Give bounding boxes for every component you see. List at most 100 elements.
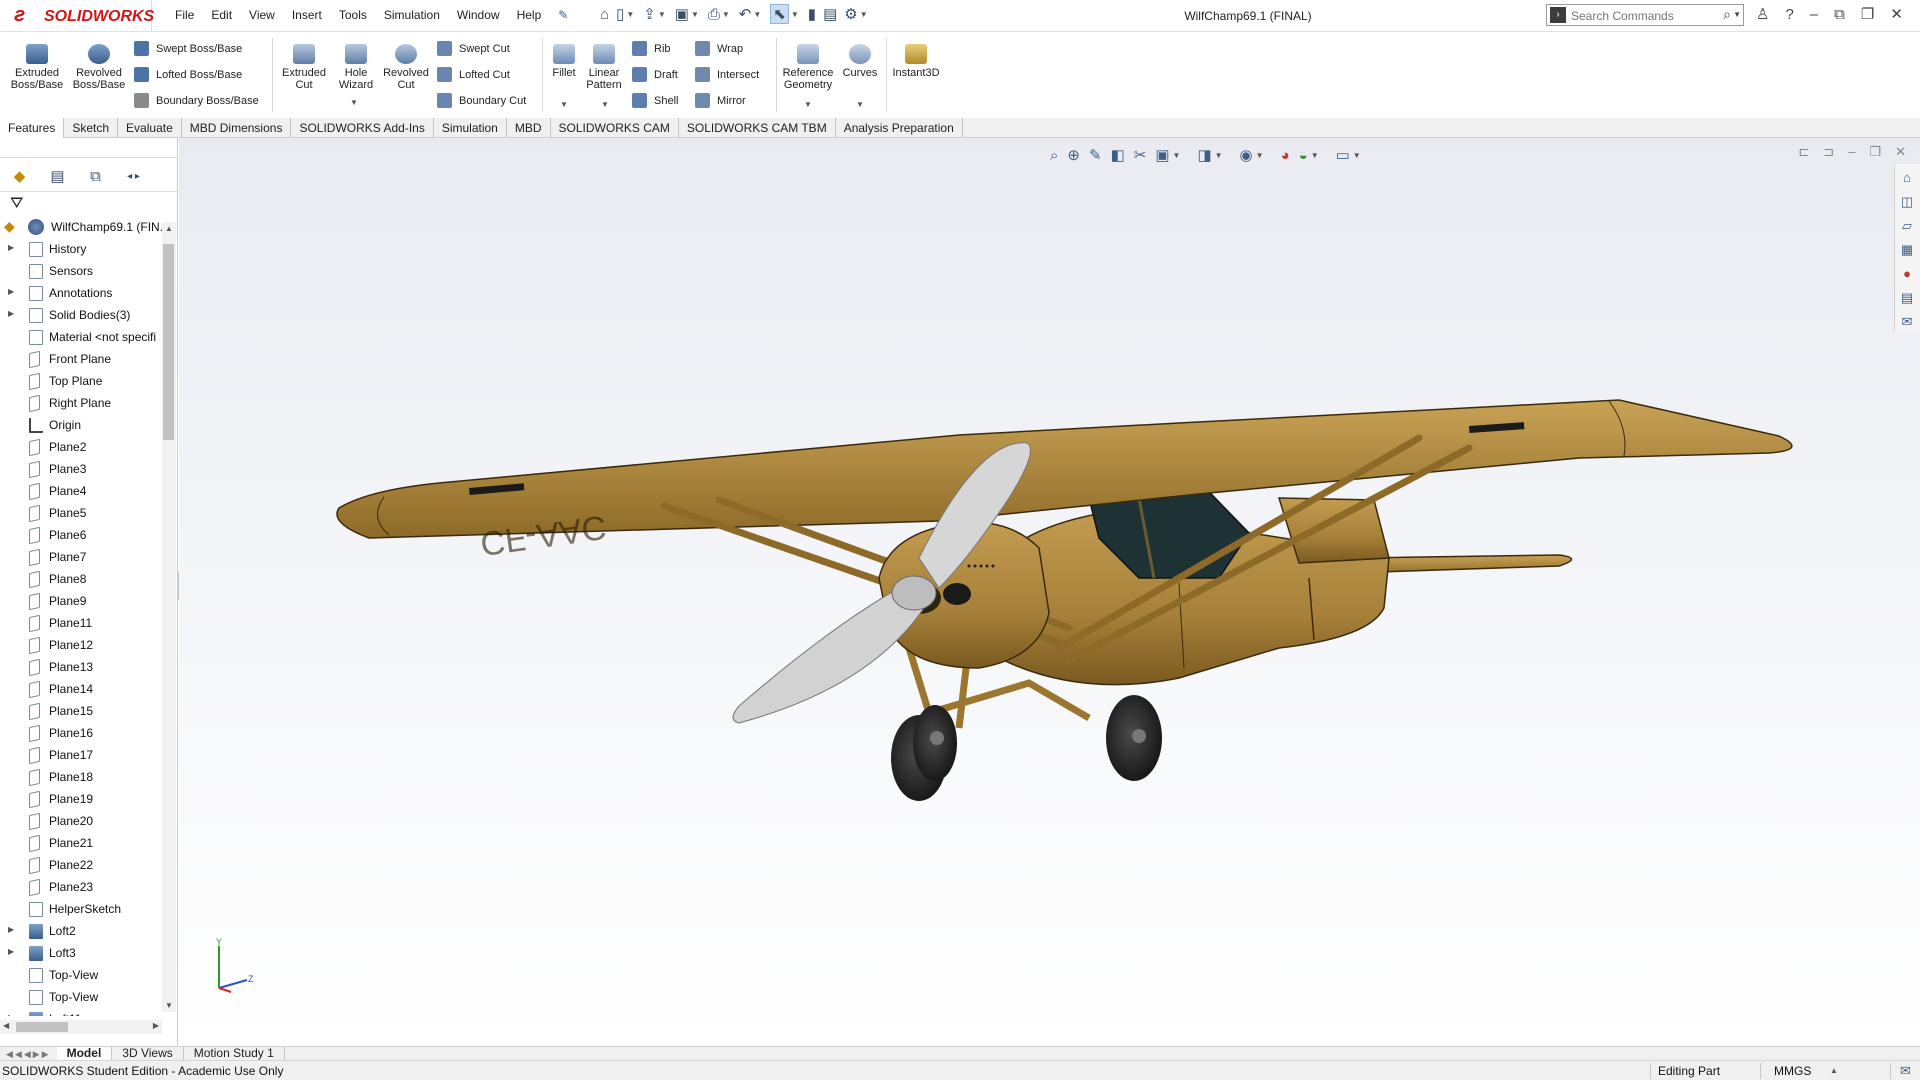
extruded-boss-button[interactable]: Extruded Boss/Base (8, 44, 66, 91)
tree-item[interactable]: Plane14 (0, 678, 164, 700)
tree-scroll-thumb[interactable] (163, 244, 174, 440)
unit-system-selector[interactable]: MMGS (1774, 1064, 1811, 1078)
swept-boss-button[interactable]: Swept Boss/Base (134, 41, 242, 56)
search-dropdown-icon[interactable]: ▼ (1733, 10, 1741, 19)
restore-icon[interactable]: ⧉ (1834, 6, 1845, 23)
tree-item[interactable]: Plane20 (0, 810, 164, 832)
reference-geometry-button[interactable]: Reference Geometry (778, 44, 838, 91)
menu-window[interactable]: Window (457, 8, 500, 22)
menu-edit[interactable]: Edit (211, 8, 232, 22)
graphics-area[interactable]: ⌕ ⊕ ✎ ◧ ✂ ▣ ▼ ◨ ▼ ◉ ▼ ◕ ◒ ▼ ▭ ▼ ⊏ ⊐ – ❐ ✕ ⌂ ◫… (179, 138, 1920, 1046)
configuration-manager-tab-icon[interactable]: ⧉ (79, 164, 112, 190)
boundary-cut-button[interactable]: Boundary Cut (437, 93, 526, 108)
tab-solidworks-cam-tbm[interactable]: SOLIDWORKS CAM TBM (679, 118, 836, 138)
filter-icon[interactable]: ⛛ (10, 195, 23, 213)
tab-simulation[interactable]: Simulation (434, 118, 507, 138)
tree-item[interactable]: Plane17 (0, 744, 164, 766)
tree-item[interactable]: Front Plane (0, 348, 164, 370)
expand-arrow-icon[interactable]: ▶ (8, 925, 14, 934)
expand-arrow-icon[interactable]: ▶ (8, 947, 14, 956)
airplane-model[interactable]: CF-AAC (179, 138, 1920, 1046)
tab-sketch[interactable]: Sketch (64, 118, 119, 138)
tab-evaluate[interactable]: Evaluate (118, 118, 182, 138)
tree-item[interactable]: Plane2 (0, 436, 164, 458)
tree-item[interactable]: Plane4 (0, 480, 164, 502)
options-icon[interactable]: ⚙ (844, 5, 857, 23)
property-manager-tab-icon[interactable]: ▤ (41, 164, 74, 190)
lofted-cut-button[interactable]: Lofted Cut (437, 67, 510, 82)
tree-item[interactable]: Right Plane (0, 392, 164, 414)
new-file-icon[interactable]: ▯ (616, 5, 624, 23)
tree-item[interactable]: Plane18 (0, 766, 164, 788)
tree-item[interactable]: Material <not specifi (0, 326, 164, 348)
hole-wizard-dropdown-icon[interactable]: ▼ (350, 98, 358, 107)
shell-button[interactable]: Shell (632, 93, 678, 108)
expand-arrow-icon[interactable]: ▶ (8, 309, 14, 318)
search-commands[interactable]: › Search Commands ⌕ ▼ (1546, 4, 1744, 26)
print-dropdown-icon[interactable]: ▼ (722, 10, 730, 19)
wrap-button[interactable]: Wrap (695, 41, 743, 56)
menu-tools[interactable]: Tools (339, 8, 367, 22)
tree-item[interactable]: Plane15 (0, 700, 164, 722)
save-dropdown-icon[interactable]: ▼ (691, 10, 699, 19)
help-icon[interactable]: ? (1785, 6, 1793, 23)
expand-arrow-icon[interactable]: ▶ (8, 1013, 14, 1016)
boundary-boss-button[interactable]: Boundary Boss/Base (134, 93, 259, 108)
tree-item[interactable]: Sensors (0, 260, 164, 282)
tree-item[interactable]: Plane21 (0, 832, 164, 854)
intersect-button[interactable]: Intersect (695, 67, 759, 82)
search-icon[interactable]: ⌕ (1723, 6, 1731, 23)
tree-horizontal-scrollbar[interactable]: ◀ ▶ (0, 1020, 162, 1034)
tree-item[interactable]: Plane12 (0, 634, 164, 656)
tree-item[interactable]: Origin (0, 414, 164, 436)
scroll-up-icon[interactable]: ▲ (165, 224, 173, 233)
fillet-dropdown-icon[interactable]: ▼ (560, 100, 568, 109)
pin-icon[interactable]: ✎ (558, 8, 568, 22)
tree-item[interactable]: Plane3 (0, 458, 164, 480)
extruded-cut-button[interactable]: Extruded Cut (276, 44, 332, 91)
panel-scroll-arrows-icon[interactable]: ◂ ▸ (117, 164, 150, 190)
tree-item[interactable]: ▶ Loft3 (0, 942, 164, 964)
user-icon[interactable]: ♙ (1756, 5, 1769, 23)
scroll-down-icon[interactable]: ▼ (165, 1001, 173, 1010)
quick-tips-icon[interactable]: ✉ (1900, 1063, 1911, 1079)
menu-insert[interactable]: Insert (292, 8, 322, 22)
tree-item[interactable]: Top-View (0, 986, 164, 1008)
menu-view[interactable]: View (249, 8, 275, 22)
curves-dropdown-icon[interactable]: ▼ (856, 100, 864, 109)
menu-help[interactable]: Help (517, 8, 542, 22)
tree-item[interactable]: Plane23 (0, 876, 164, 898)
tree-root[interactable]: ◆ WilfChamp69.1 (FIN... (0, 216, 164, 238)
tree-item[interactable]: Plane7 (0, 546, 164, 568)
tab-solidworks-add-ins[interactable]: SOLIDWORKS Add-Ins (291, 118, 434, 138)
instant3d-button[interactable]: Instant3D (888, 44, 944, 79)
expand-arrow-icon[interactable]: ▶ (8, 243, 14, 252)
tab-motion-study[interactable]: Motion Study 1 (184, 1047, 285, 1061)
home-icon[interactable]: ⌂ (600, 6, 609, 23)
scroll-right-icon[interactable]: ▶ (153, 1021, 159, 1030)
open-dropdown-icon[interactable]: ▼ (658, 10, 666, 19)
tree-vertical-scrollbar[interactable]: ▲ ▼ (162, 222, 176, 1012)
tab-solidworks-cam[interactable]: SOLIDWORKS CAM (551, 118, 679, 138)
tree-item[interactable]: Plane22 (0, 854, 164, 876)
file-properties-icon[interactable]: ▤ (823, 5, 837, 23)
reference-geometry-dropdown-icon[interactable]: ▼ (804, 100, 812, 109)
tree-item[interactable]: Plane6 (0, 524, 164, 546)
revolved-boss-button[interactable]: Revolved Boss/Base (70, 44, 128, 91)
linear-pattern-button[interactable]: Linear Pattern (584, 44, 624, 91)
tree-item[interactable]: ▶ Solid Bodies(3) (0, 304, 164, 326)
select-icon[interactable]: ⬉ (770, 4, 789, 24)
print-icon[interactable]: ⎙ (708, 6, 720, 23)
tab-mbd[interactable]: MBD (507, 118, 551, 138)
revolved-cut-button[interactable]: Revolved Cut (380, 44, 432, 91)
draft-button[interactable]: Draft (632, 67, 678, 82)
traffic-light-icon[interactable]: ▮ (808, 5, 816, 23)
tab-model[interactable]: Model (56, 1047, 113, 1061)
tree-item[interactable]: Plane9 (0, 590, 164, 612)
tree-item[interactable]: Plane8 (0, 568, 164, 590)
units-dropdown-icon[interactable]: ▲ (1830, 1066, 1838, 1075)
scroll-left-icon[interactable]: ◀ (3, 1021, 9, 1030)
lofted-boss-button[interactable]: Lofted Boss/Base (134, 67, 242, 82)
close-icon[interactable]: ✕ (1890, 5, 1903, 23)
tree-item[interactable]: Plane13 (0, 656, 164, 678)
